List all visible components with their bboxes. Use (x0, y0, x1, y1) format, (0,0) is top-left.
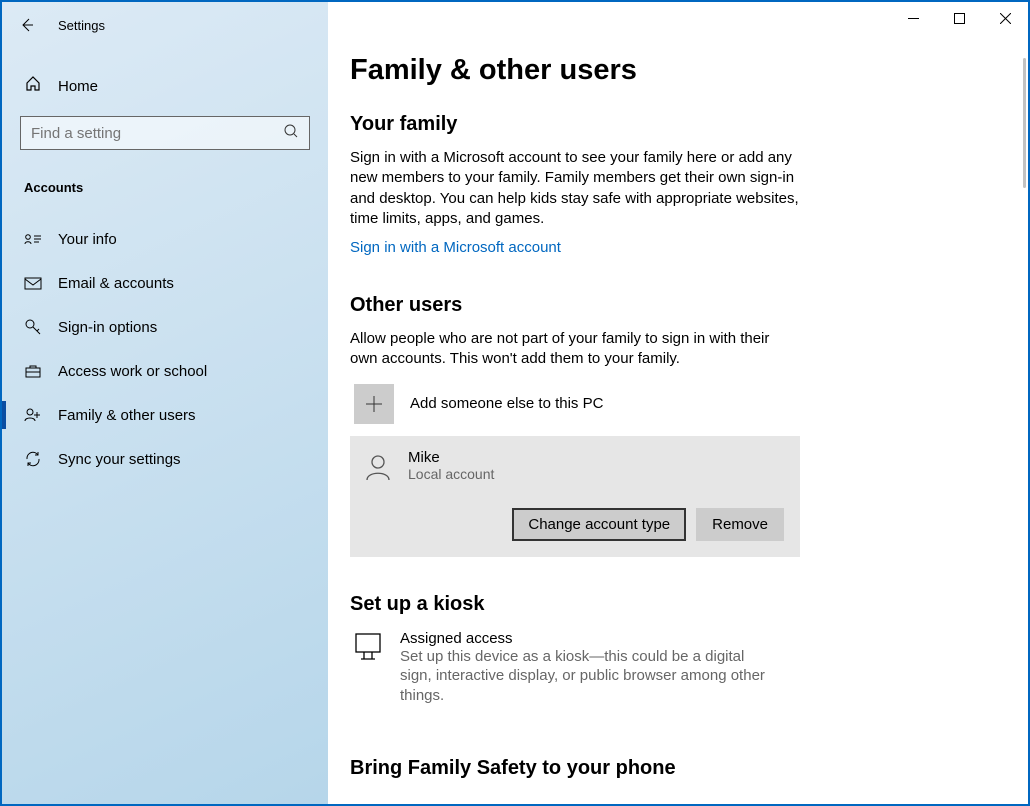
sidebar-item-signin[interactable]: Sign-in options (20, 305, 310, 349)
sidebar-item-your-info[interactable]: Your info (20, 217, 310, 261)
add-user-button[interactable]: Add someone else to this PC (350, 384, 1008, 424)
add-user-label: Add someone else to this PC (410, 395, 603, 412)
nav-home[interactable]: Home (20, 66, 310, 106)
maximize-button[interactable] (936, 2, 982, 34)
back-button[interactable] (18, 16, 36, 34)
home-icon (24, 75, 42, 98)
nav-label: Sign-in options (58, 319, 157, 336)
minimize-button[interactable] (890, 2, 936, 34)
user-card: Mike Local account Change account type R… (350, 436, 800, 557)
signin-microsoft-link[interactable]: Sign in with a Microsoft account (350, 239, 561, 256)
search-input[interactable] (20, 116, 310, 150)
kiosk-title: Assigned access (400, 630, 770, 647)
other-users-description: Allow people who are not part of your fa… (350, 329, 800, 370)
section-family-safety-heading: Bring Family Safety to your phone (350, 757, 1008, 780)
section-kiosk-heading: Set up a kiosk (350, 593, 1008, 616)
briefcase-icon (24, 363, 42, 379)
nav-label: Family & other users (58, 407, 196, 424)
nav-label: Access work or school (58, 363, 207, 380)
section-other-heading: Other users (350, 294, 1008, 317)
page-title: Family & other users (350, 54, 1008, 87)
nav-label: Sync your settings (58, 451, 181, 468)
people-icon (24, 407, 42, 423)
remove-user-button[interactable]: Remove (696, 508, 784, 541)
person-card-icon (24, 232, 42, 246)
window-title: Settings (58, 18, 105, 33)
nav-label: Email & accounts (58, 275, 174, 292)
key-icon (24, 318, 42, 336)
sidebar-item-sync[interactable]: Sync your settings (20, 437, 310, 481)
family-description: Sign in with a Microsoft account to see … (350, 148, 800, 229)
avatar-icon (360, 448, 396, 484)
sidebar-item-email[interactable]: Email & accounts (20, 261, 310, 305)
mail-icon (24, 276, 42, 290)
sidebar-section-label: Accounts (20, 180, 310, 195)
close-button[interactable] (982, 2, 1028, 34)
sidebar-item-work-school[interactable]: Access work or school (20, 349, 310, 393)
search-icon (283, 123, 299, 144)
kiosk-row[interactable]: Assigned access Set up this device as a … (350, 630, 1008, 706)
sidebar-item-family[interactable]: Family & other users (20, 393, 310, 437)
nav-label: Your info (58, 231, 117, 248)
search-field[interactable] (31, 125, 271, 142)
scrollbar[interactable] (1023, 58, 1026, 188)
kiosk-icon (350, 630, 384, 706)
nav-home-label: Home (58, 78, 98, 95)
sync-icon (24, 450, 42, 468)
section-family-heading: Your family (350, 113, 1008, 136)
user-account-type: Local account (408, 466, 494, 482)
plus-icon (354, 384, 394, 424)
user-name: Mike (408, 449, 494, 466)
change-account-type-button[interactable]: Change account type (512, 508, 686, 541)
kiosk-description: Set up this device as a kiosk—this could… (400, 647, 770, 706)
